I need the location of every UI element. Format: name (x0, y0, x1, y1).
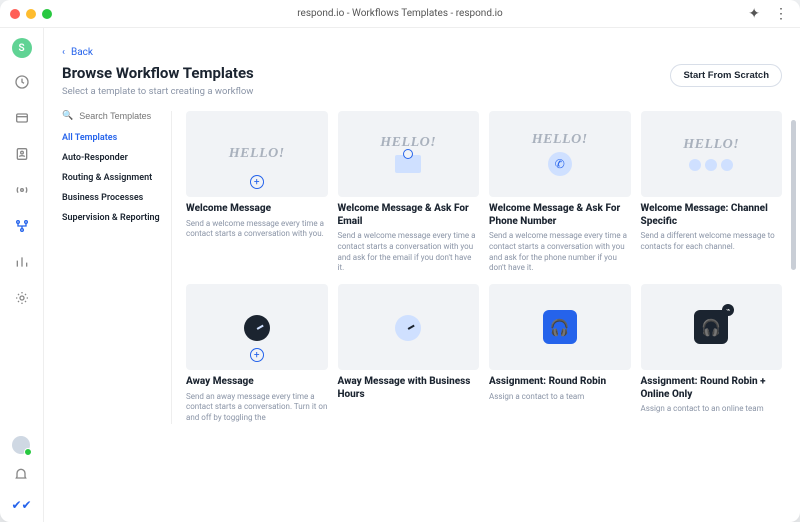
template-title: Welcome Message & Ask For Email (338, 203, 480, 228)
template-title: Away Message with Business Hours (338, 376, 480, 401)
template-description: Send a welcome message every time a cont… (186, 219, 328, 241)
template-title: Away Message (186, 376, 328, 389)
search-box[interactable]: 🔍 (62, 111, 163, 121)
dashboard-icon[interactable] (14, 74, 30, 94)
template-description: Assign a contact to an online team (641, 404, 783, 415)
template-description: Send an away message every time a contac… (186, 392, 328, 424)
notifications-icon[interactable] (13, 466, 29, 486)
nav-rail: S ✔✔ (0, 28, 44, 522)
template-thumbnail: 🎧 (489, 284, 631, 370)
template-description: Send a welcome message every time a cont… (338, 231, 480, 274)
inbox-icon[interactable] (14, 110, 30, 130)
workspace-logo[interactable]: S (12, 38, 32, 58)
template-thumbnail: + (186, 284, 328, 370)
template-card[interactable]: Away Message with Business Hours (338, 284, 480, 424)
contacts-icon[interactable] (14, 146, 30, 166)
template-title: Welcome Message: Channel Specific (641, 203, 783, 228)
more-icon[interactable]: ⋮ (774, 6, 788, 22)
category-sidebar: 🔍 All Templates Auto-Responder Routing & A… (62, 111, 172, 424)
template-title: Assignment: Round Robin + Online Only (641, 376, 783, 401)
window-zoom[interactable] (42, 9, 52, 19)
category-business-processes[interactable]: Business Processes (62, 193, 163, 203)
template-thumbnail (338, 284, 480, 370)
page-subtitle: Select a template to start creating a wo… (62, 86, 254, 97)
template-card[interactable]: 🎧⌁ Assignment: Round Robin + Online Only A… (641, 284, 783, 424)
category-supervision-reporting[interactable]: Supervision & Reporting (62, 213, 163, 223)
template-thumbnail: 🎧⌁ (641, 284, 783, 370)
template-description: Assign a contact to a team (489, 392, 631, 403)
template-thumbnail: HELLO!✆ (489, 111, 631, 197)
template-grid: HELLO!+Welcome MessageSend a welcome mes… (186, 111, 782, 424)
template-card[interactable]: HELLO!+ Welcome Message Send a welcome mes… (186, 111, 328, 274)
extension-icon[interactable]: ✦ (748, 6, 760, 22)
search-icon: 🔍 (62, 111, 73, 121)
scrollbar[interactable] (791, 120, 796, 502)
template-thumbnail: HELLO! (641, 111, 783, 197)
template-title: Welcome Message & Ask For Phone Number (489, 203, 631, 228)
template-card[interactable]: HELLO! Welcome Message: Channel Specific S… (641, 111, 783, 274)
template-title: Assignment: Round Robin (489, 376, 631, 389)
category-all-templates[interactable]: All Templates (62, 133, 163, 143)
user-avatar[interactable] (12, 436, 30, 454)
reports-icon[interactable] (14, 254, 30, 274)
template-thumbnail: HELLO!+ (186, 111, 328, 197)
window-minimize[interactable] (26, 9, 36, 19)
workflows-icon[interactable] (14, 218, 30, 238)
template-card[interactable]: HELLO! Welcome Message & Ask For Email Sen… (338, 111, 480, 274)
template-thumbnail: HELLO! (338, 111, 480, 197)
page-title: Browse Workflow Templates (62, 64, 254, 82)
chevron-left-icon: ‹ (62, 47, 65, 58)
search-input[interactable] (79, 111, 163, 121)
template-description: Send a welcome message every time a cont… (489, 231, 631, 274)
template-card[interactable]: HELLO!✆ Welcome Message & Ask For Phone N… (489, 111, 631, 274)
template-card[interactable]: 🎧 Assignment: Round Robin Assign a contact… (489, 284, 631, 424)
main-panel: ‹ Back Browse Workflow Templates Select … (44, 28, 800, 522)
template-description: Send a different welcome message to cont… (641, 231, 783, 253)
broadcast-icon[interactable] (14, 182, 30, 202)
back-label: Back (71, 47, 93, 58)
category-routing-assignment[interactable]: Routing & Assignment (62, 173, 163, 183)
template-card[interactable]: + Away Message Send an away message every … (186, 284, 328, 424)
category-auto-responder[interactable]: Auto-Responder (62, 153, 163, 163)
back-button[interactable]: ‹ Back (62, 47, 93, 58)
window-title: respond.io - Workflows Templates - respo… (297, 8, 502, 19)
template-title: Welcome Message (186, 203, 328, 216)
titlebar: respond.io - Workflows Templates - respo… (0, 0, 800, 28)
settings-icon[interactable] (14, 290, 30, 310)
window-close[interactable] (10, 9, 20, 19)
start-from-scratch-button[interactable]: Start From Scratch (670, 64, 782, 87)
brand-check-icon: ✔✔ (11, 498, 31, 512)
